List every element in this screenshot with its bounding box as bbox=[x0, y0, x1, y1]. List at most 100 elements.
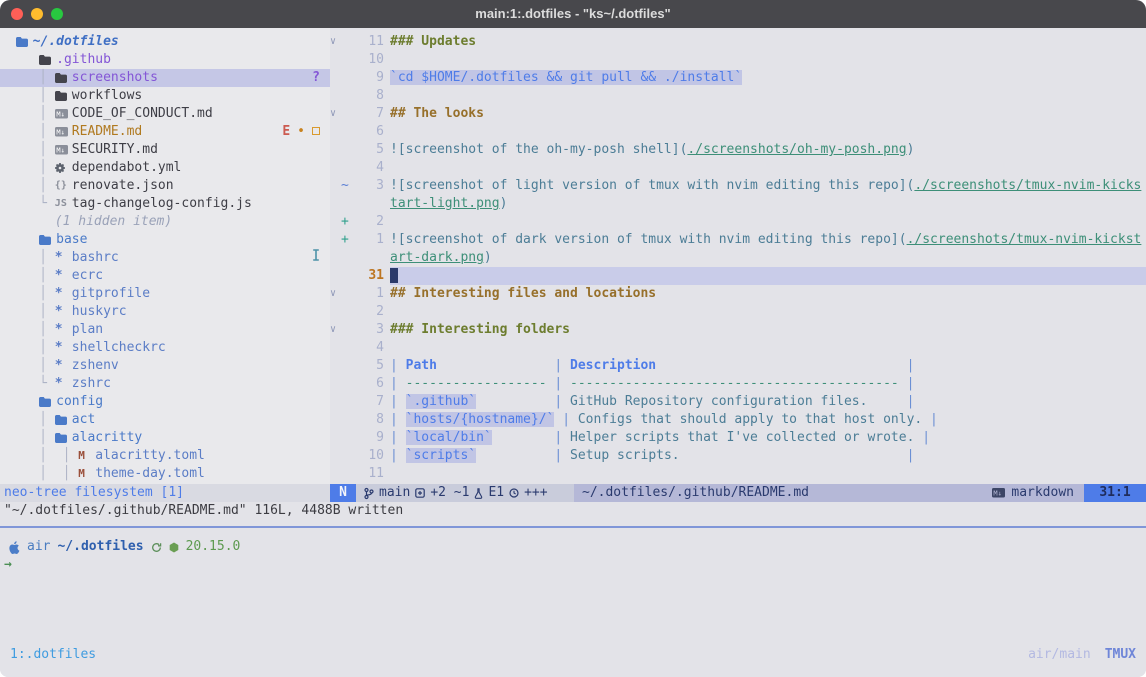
folder-dark-icon bbox=[55, 91, 72, 101]
editor-line[interactable]: ∨ 1## Interesting files and locations bbox=[330, 285, 1146, 303]
tree-item-zshrc[interactable]: └ *zshrc bbox=[0, 375, 330, 393]
tree-item-bashrc[interactable]: │ *bashrc bbox=[0, 249, 330, 267]
editor-line[interactable]: +2 bbox=[330, 213, 1146, 231]
zoom-button[interactable] bbox=[51, 8, 63, 20]
md-icon: M↓ bbox=[55, 145, 72, 155]
gutter: 4 bbox=[330, 339, 384, 357]
gutter: 8 bbox=[330, 411, 384, 429]
tree-item-screenshots[interactable]: │ screenshots? bbox=[0, 69, 330, 87]
editor-line[interactable]: +1![screenshot of dark version of tmux w… bbox=[330, 231, 1146, 267]
tree-item-label: renovate.json bbox=[72, 177, 174, 195]
tree-item-code-of-conduct.md[interactable]: │ M↓CODE_OF_CONDUCT.md bbox=[0, 105, 330, 123]
gutter: 5 bbox=[330, 141, 384, 159]
tree-item--1-hidden-item-[interactable]: (1 hidden item) bbox=[0, 213, 330, 231]
tree-item-shellcheckrc[interactable]: │ *shellcheckrc bbox=[0, 339, 330, 357]
tree-item-plan[interactable]: │ *plan bbox=[0, 321, 330, 339]
prompt-cwd: ~/.dotfiles bbox=[57, 538, 143, 556]
git-sign: ~ bbox=[341, 177, 352, 213]
fold-chevron-icon[interactable]: ∨ bbox=[330, 105, 341, 123]
command-line-message: "~/.dotfiles/.github/README.md" 116L, 44… bbox=[0, 502, 1146, 520]
tree-item-zshenv[interactable]: │ *zshenv bbox=[0, 357, 330, 375]
editor-line[interactable]: 4 bbox=[330, 159, 1146, 177]
tree-item-huskyrc[interactable]: │ *huskyrc bbox=[0, 303, 330, 321]
tree-item-renovate.json[interactable]: │ {}renovate.json bbox=[0, 177, 330, 195]
git-sign bbox=[341, 465, 352, 483]
tree-item-label: ~/.dotfiles bbox=[33, 33, 119, 51]
tree-item-label: zshenv bbox=[72, 357, 119, 375]
editor-line[interactable]: 8| `hosts/{hostname}/` | Configs that sh… bbox=[330, 411, 1146, 429]
editor-line[interactable]: 10| `scripts` | Setup scripts. | bbox=[330, 447, 1146, 465]
line-text: ![screenshot of light version of tmux wi… bbox=[390, 177, 1146, 213]
fold-column bbox=[330, 123, 341, 141]
tree-item-.github[interactable]: .github bbox=[0, 51, 330, 69]
editor-line[interactable]: 7| `.github` | GitHub Repository configu… bbox=[330, 393, 1146, 411]
fold-column bbox=[330, 411, 341, 429]
line-text bbox=[390, 213, 1146, 231]
editor-line[interactable]: ∨ 11### Updates bbox=[330, 33, 1146, 51]
tree-item-gitprofile[interactable]: │ *gitprofile bbox=[0, 285, 330, 303]
neotree-panel[interactable]: ~/.dotfiles .github │ screenshots? │ wor… bbox=[0, 28, 330, 484]
mode-indicator: N bbox=[330, 484, 356, 502]
tmux-session-item[interactable]: 1:.dotfiles bbox=[10, 646, 96, 664]
tree-item-label: huskyrc bbox=[72, 303, 127, 321]
fold-chevron-icon[interactable]: ∨ bbox=[330, 285, 341, 303]
tree-item-config[interactable]: config bbox=[0, 393, 330, 411]
titlebar[interactable]: main:1:.dotfiles - "ks~/.dotfiles" bbox=[0, 0, 1146, 28]
editor-line[interactable]: 11 bbox=[330, 465, 1146, 483]
editor-line[interactable]: ~3![screenshot of light version of tmux … bbox=[330, 177, 1146, 213]
indent-guide: │ bbox=[0, 303, 55, 321]
prompt-arrow: → bbox=[0, 556, 1146, 574]
tree-item-alacritty.toml[interactable]: │ │ Malacritty.toml bbox=[0, 447, 330, 465]
tree-item-act[interactable]: │ act bbox=[0, 411, 330, 429]
tree-item-alacritty[interactable]: │ alacritty bbox=[0, 429, 330, 447]
folder-blue-icon bbox=[39, 235, 56, 245]
tree-item-tag-changelog-config.js[interactable]: └ JStag-changelog-config.js bbox=[0, 195, 330, 213]
editor-line[interactable]: 5![screenshot of the oh-my-posh shell](.… bbox=[330, 141, 1146, 159]
tree-item-security.md[interactable]: │ M↓SECURITY.md bbox=[0, 141, 330, 159]
editor-line[interactable]: 4 bbox=[330, 339, 1146, 357]
folder-blue-icon bbox=[16, 37, 33, 47]
tmux-label: TMUX bbox=[1105, 646, 1136, 664]
tree-item-workflows[interactable]: │ workflows bbox=[0, 87, 330, 105]
line-number: 8 bbox=[352, 411, 384, 429]
editor-line[interactable]: 8 bbox=[330, 87, 1146, 105]
editor-line[interactable]: 5| Path | Description | bbox=[330, 357, 1146, 375]
editor-line[interactable]: 2 bbox=[330, 303, 1146, 321]
editor-pane[interactable]: ∨ 11### Updates 10 9`cd $HOME/.dotfiles … bbox=[330, 28, 1146, 484]
close-button[interactable] bbox=[11, 8, 23, 20]
tree-item-readme.md[interactable]: │ M↓README.mdE• bbox=[0, 123, 330, 141]
line-text: `cd $HOME/.dotfiles && git pull && ./ins… bbox=[390, 69, 1146, 87]
tree-item-label: theme-day.toml bbox=[95, 465, 205, 483]
line-number: 1 bbox=[352, 231, 384, 267]
item-badges: ? bbox=[312, 69, 330, 87]
fold-column bbox=[330, 375, 341, 393]
minimize-button[interactable] bbox=[31, 8, 43, 20]
editor-line[interactable]: 6 bbox=[330, 123, 1146, 141]
git-branch: main bbox=[379, 484, 410, 502]
flask-icon bbox=[474, 488, 483, 499]
editor-line[interactable]: 6| ------------------ | ----------------… bbox=[330, 375, 1146, 393]
tree-item--.dotfiles[interactable]: ~/.dotfiles bbox=[0, 33, 330, 51]
editor-line[interactable]: ∨ 3### Interesting folders bbox=[330, 321, 1146, 339]
diff-icon bbox=[415, 488, 425, 498]
fold-chevron-icon[interactable]: ∨ bbox=[330, 33, 341, 51]
tree-item-label: shellcheckrc bbox=[72, 339, 166, 357]
tree-item-dependabot.yml[interactable]: │ dependabot.yml bbox=[0, 159, 330, 177]
tree-item-ecrc[interactable]: │ *ecrc bbox=[0, 267, 330, 285]
editor-line[interactable]: ∨ 7## The looks bbox=[330, 105, 1146, 123]
editor-line[interactable]: 9`cd $HOME/.dotfiles && git pull && ./in… bbox=[330, 69, 1146, 87]
git-sign bbox=[341, 375, 352, 393]
tree-item-base[interactable]: base bbox=[0, 231, 330, 249]
fold-chevron-icon[interactable]: ∨ bbox=[330, 321, 341, 339]
tree-item-theme-day.toml[interactable]: │ │ Mtheme-day.toml bbox=[0, 465, 330, 483]
tree-item-label: zshrc bbox=[72, 375, 111, 393]
markdown-icon: M↓ bbox=[992, 488, 1005, 498]
toml-icon: M bbox=[78, 465, 95, 483]
editor-line[interactable]: 31 bbox=[330, 267, 1146, 285]
editor-line[interactable]: 10 bbox=[330, 51, 1146, 69]
fold-column bbox=[330, 159, 341, 177]
indent-guide bbox=[0, 231, 39, 249]
js-icon: JS bbox=[55, 195, 72, 213]
editor-line[interactable]: 9| `local/bin` | Helper scripts that I'v… bbox=[330, 429, 1146, 447]
line-text bbox=[390, 87, 1146, 105]
